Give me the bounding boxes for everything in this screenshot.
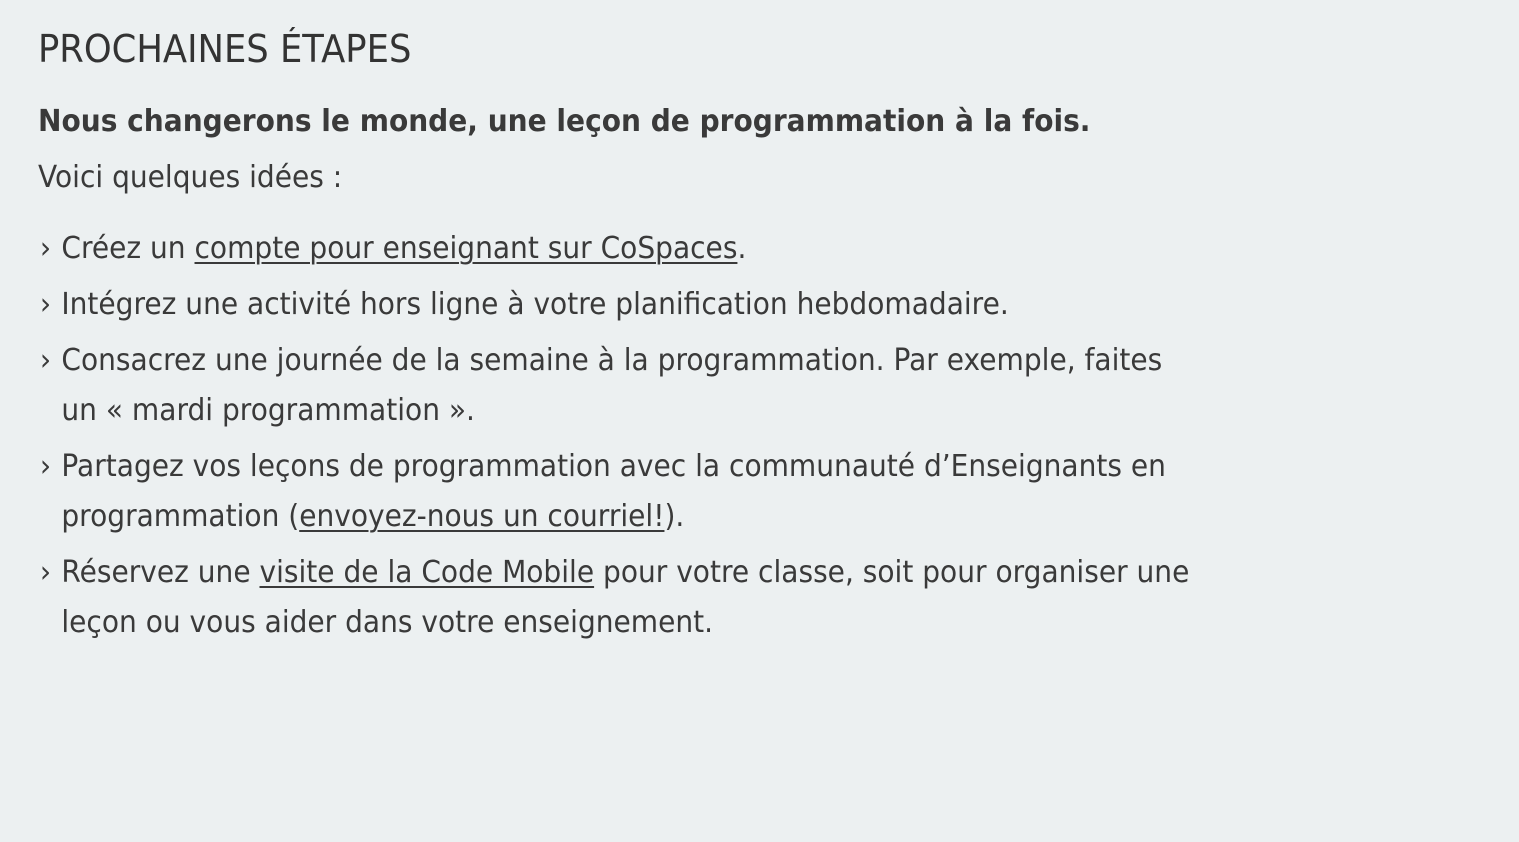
- page-title: PROCHAINES ÉTAPES: [38, 27, 412, 71]
- list-item-cospaces: › Créez un compte pour enseignant sur Co…: [38, 224, 1511, 274]
- chevron-right-icon: ›: [39, 449, 52, 484]
- list-item-offline-activity: › Intégrez une activité hors ligne à vot…: [38, 280, 1511, 330]
- intro-bold-line: Nous changerons le monde, une leçon de p…: [38, 104, 1091, 139]
- list-item-programming-day: › Consacrez une journée de la semaine à …: [38, 336, 1511, 436]
- cospaces-teacher-account-link[interactable]: compte pour enseignant sur CoSpaces: [195, 231, 738, 266]
- list-item-share-lessons: › Partagez vos leçons de programmation a…: [38, 442, 1511, 542]
- chevron-right-icon: ›: [39, 287, 52, 322]
- code-mobile-visit-link[interactable]: visite de la Code Mobile: [259, 555, 594, 590]
- intro-sub-line: Voici quelques idées :: [38, 160, 343, 195]
- item-text: Créez un: [61, 231, 195, 266]
- item-text: Réservez une: [61, 555, 260, 590]
- email-us-link[interactable]: envoyez-nous un courriel!: [299, 499, 664, 534]
- list-item-code-mobile-visit: › Réservez une visite de la Code Mobile …: [38, 548, 1511, 648]
- item-text: programmation (: [61, 499, 300, 534]
- item-text: ).: [664, 499, 685, 534]
- chevron-right-icon: ›: [39, 231, 52, 266]
- item-text: leçon ou vous aider dans votre enseignem…: [61, 605, 714, 640]
- ideas-list: › Créez un compte pour enseignant sur Co…: [38, 224, 1511, 648]
- page: PROCHAINES ÉTAPES Nous changerons le mon…: [0, 0, 1519, 842]
- item-text: Partagez vos leçons de programmation ave…: [61, 449, 1166, 484]
- item-text: pour votre classe, soit pour organiser u…: [594, 555, 1190, 590]
- item-text: un « mardi programmation ».: [61, 393, 475, 428]
- item-text: Intégrez une activité hors ligne à votre…: [61, 287, 1009, 322]
- chevron-right-icon: ›: [39, 555, 52, 590]
- chevron-right-icon: ›: [39, 343, 52, 378]
- item-text: .: [737, 231, 747, 266]
- item-text: Consacrez une journée de la semaine à la…: [61, 343, 1163, 378]
